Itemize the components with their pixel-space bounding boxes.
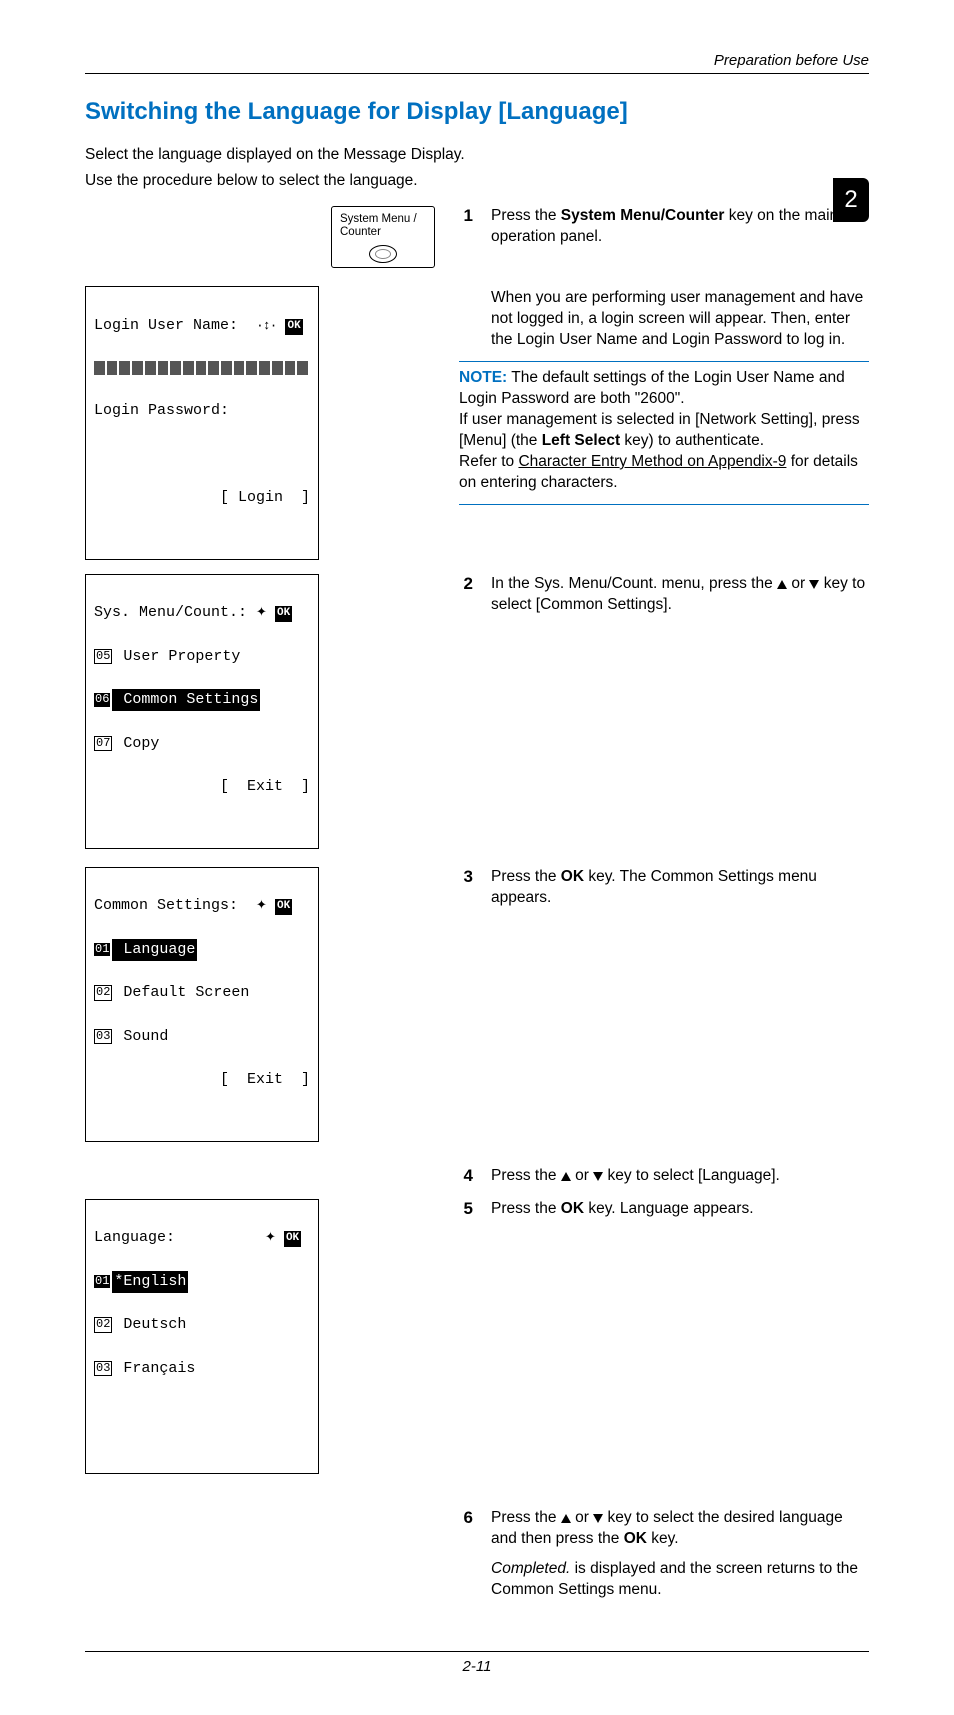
step-1-number: 1	[459, 206, 473, 226]
lcd-lang-item-1-selected: *English	[112, 1271, 188, 1293]
lcd-common-item-3: Sound	[114, 1028, 168, 1045]
step-5-number: 5	[459, 1199, 473, 1219]
note-line3a: Refer to	[459, 453, 518, 470]
step-6-text: Press the or key to select the desired l…	[491, 1508, 869, 1550]
lcd-item-num: 02	[94, 985, 112, 1000]
page-title: Switching the Language for Display [Lang…	[85, 98, 869, 126]
intro-line-1: Select the language displayed on the Mes…	[85, 146, 869, 164]
nav-icon: ✦	[256, 898, 266, 913]
step-4-number: 4	[459, 1166, 473, 1186]
lcd-login-password: Login Password:	[94, 400, 310, 422]
lcd-item-num: 06	[94, 693, 110, 706]
step-4-text: Press the or key to select [Language].	[491, 1166, 869, 1187]
key-label-line1: System Menu /	[340, 213, 426, 226]
lcd-common-exit: [ Exit ]	[94, 1069, 310, 1091]
lcd-lang-title: Language:	[94, 1229, 175, 1246]
lcd-item-num: 01	[94, 1275, 110, 1288]
note-link: Character Entry Method on Appendix-9	[518, 453, 786, 470]
lcd-item-num: 07	[94, 736, 112, 751]
system-menu-key-illustration: System Menu / Counter	[331, 206, 435, 268]
ok-icon: OK	[285, 319, 302, 335]
note-label: NOTE:	[459, 369, 507, 386]
note-line1: The default settings of the Login User N…	[459, 369, 845, 407]
page-tab-number: 2	[833, 178, 869, 222]
ok-icon: OK	[275, 606, 292, 622]
lcd-common-item-2: Default Screen	[114, 984, 249, 1001]
lcd-sys-item-7: Copy	[114, 735, 159, 752]
nav-icon: ✦	[256, 605, 266, 620]
lcd-item-num: 02	[94, 1317, 112, 1332]
step-6-number: 6	[459, 1508, 473, 1528]
triangle-down-icon	[593, 1172, 603, 1181]
lcd-sys-item-5: User Property	[114, 648, 240, 665]
lcd-item-num: 01	[94, 943, 110, 956]
triangle-up-icon	[561, 1514, 571, 1523]
footer-rule	[85, 1651, 869, 1652]
lcd-sys-item-6-selected: Common Settings	[112, 689, 260, 711]
step-2-number: 2	[459, 574, 473, 594]
step-6-after: Completed. is displayed and the screen r…	[491, 1559, 869, 1601]
header-section: Preparation before Use	[85, 52, 869, 69]
step-3-text: Press the OK key. The Common Settings me…	[491, 867, 869, 909]
step-1-text: Press the System Menu/Counter key on the…	[491, 206, 869, 248]
note-divider-top	[459, 361, 869, 362]
step-1-bold: System Menu/Counter	[561, 207, 725, 224]
lcd-sys-exit: [ Exit ]	[94, 776, 310, 798]
lcd-item-num: 05	[94, 649, 112, 664]
key-oval-icon	[369, 245, 397, 263]
step-5-text: Press the OK key. Language appears.	[491, 1199, 869, 1220]
note-line2b: Left Select	[542, 432, 620, 449]
login-description: When you are performing user management …	[491, 288, 869, 351]
note-line2c: key) to authenticate.	[620, 432, 764, 449]
triangle-down-icon	[593, 1514, 603, 1523]
lcd-login-button: [ Login ]	[94, 487, 310, 509]
lcd-lang-item-3: Français	[114, 1360, 195, 1377]
lcd-common-title: Common Settings:	[94, 897, 238, 914]
ok-icon: OK	[284, 1231, 301, 1247]
step-2-text: In the Sys. Menu/Count. menu, press the …	[491, 574, 869, 616]
triangle-up-icon	[777, 580, 787, 589]
ok-icon: OK	[275, 899, 292, 915]
header-rule	[85, 73, 869, 74]
lcd-item-num: 03	[94, 1361, 112, 1376]
lcd-common-settings: Common Settings: ✦ OK 01 Language 02 Def…	[85, 867, 319, 1142]
nav-icon: ·↕·	[256, 318, 276, 333]
key-label-line2: Counter	[340, 226, 426, 239]
step-3-number: 3	[459, 867, 473, 887]
lcd-login-cursor-row	[94, 361, 310, 375]
page-number: 2-11	[85, 1658, 869, 1675]
lcd-item-num: 03	[94, 1029, 112, 1044]
step-1-pre: Press the	[491, 207, 561, 224]
lcd-sys-menu: Sys. Menu/Count.: ✦ OK 05 User Property …	[85, 574, 319, 849]
lcd-sys-title: Sys. Menu/Count.:	[94, 604, 247, 621]
lcd-login-user: Login User Name:	[94, 317, 238, 334]
lcd-lang-item-2: Deutsch	[114, 1316, 186, 1333]
triangle-up-icon	[561, 1172, 571, 1181]
note-divider-bottom	[459, 504, 869, 505]
intro-line-2: Use the procedure below to select the la…	[85, 172, 869, 190]
lcd-login-panel: Login User Name: ·↕· OK Login Password: …	[85, 286, 319, 559]
note-block: NOTE: The default settings of the Login …	[459, 368, 869, 494]
triangle-down-icon	[809, 580, 819, 589]
lcd-language: Language: ✦ OK 01*English 02 Deutsch 03 …	[85, 1199, 319, 1474]
nav-icon: ✦	[265, 1230, 275, 1245]
lcd-common-item-1-selected: Language	[112, 939, 197, 961]
